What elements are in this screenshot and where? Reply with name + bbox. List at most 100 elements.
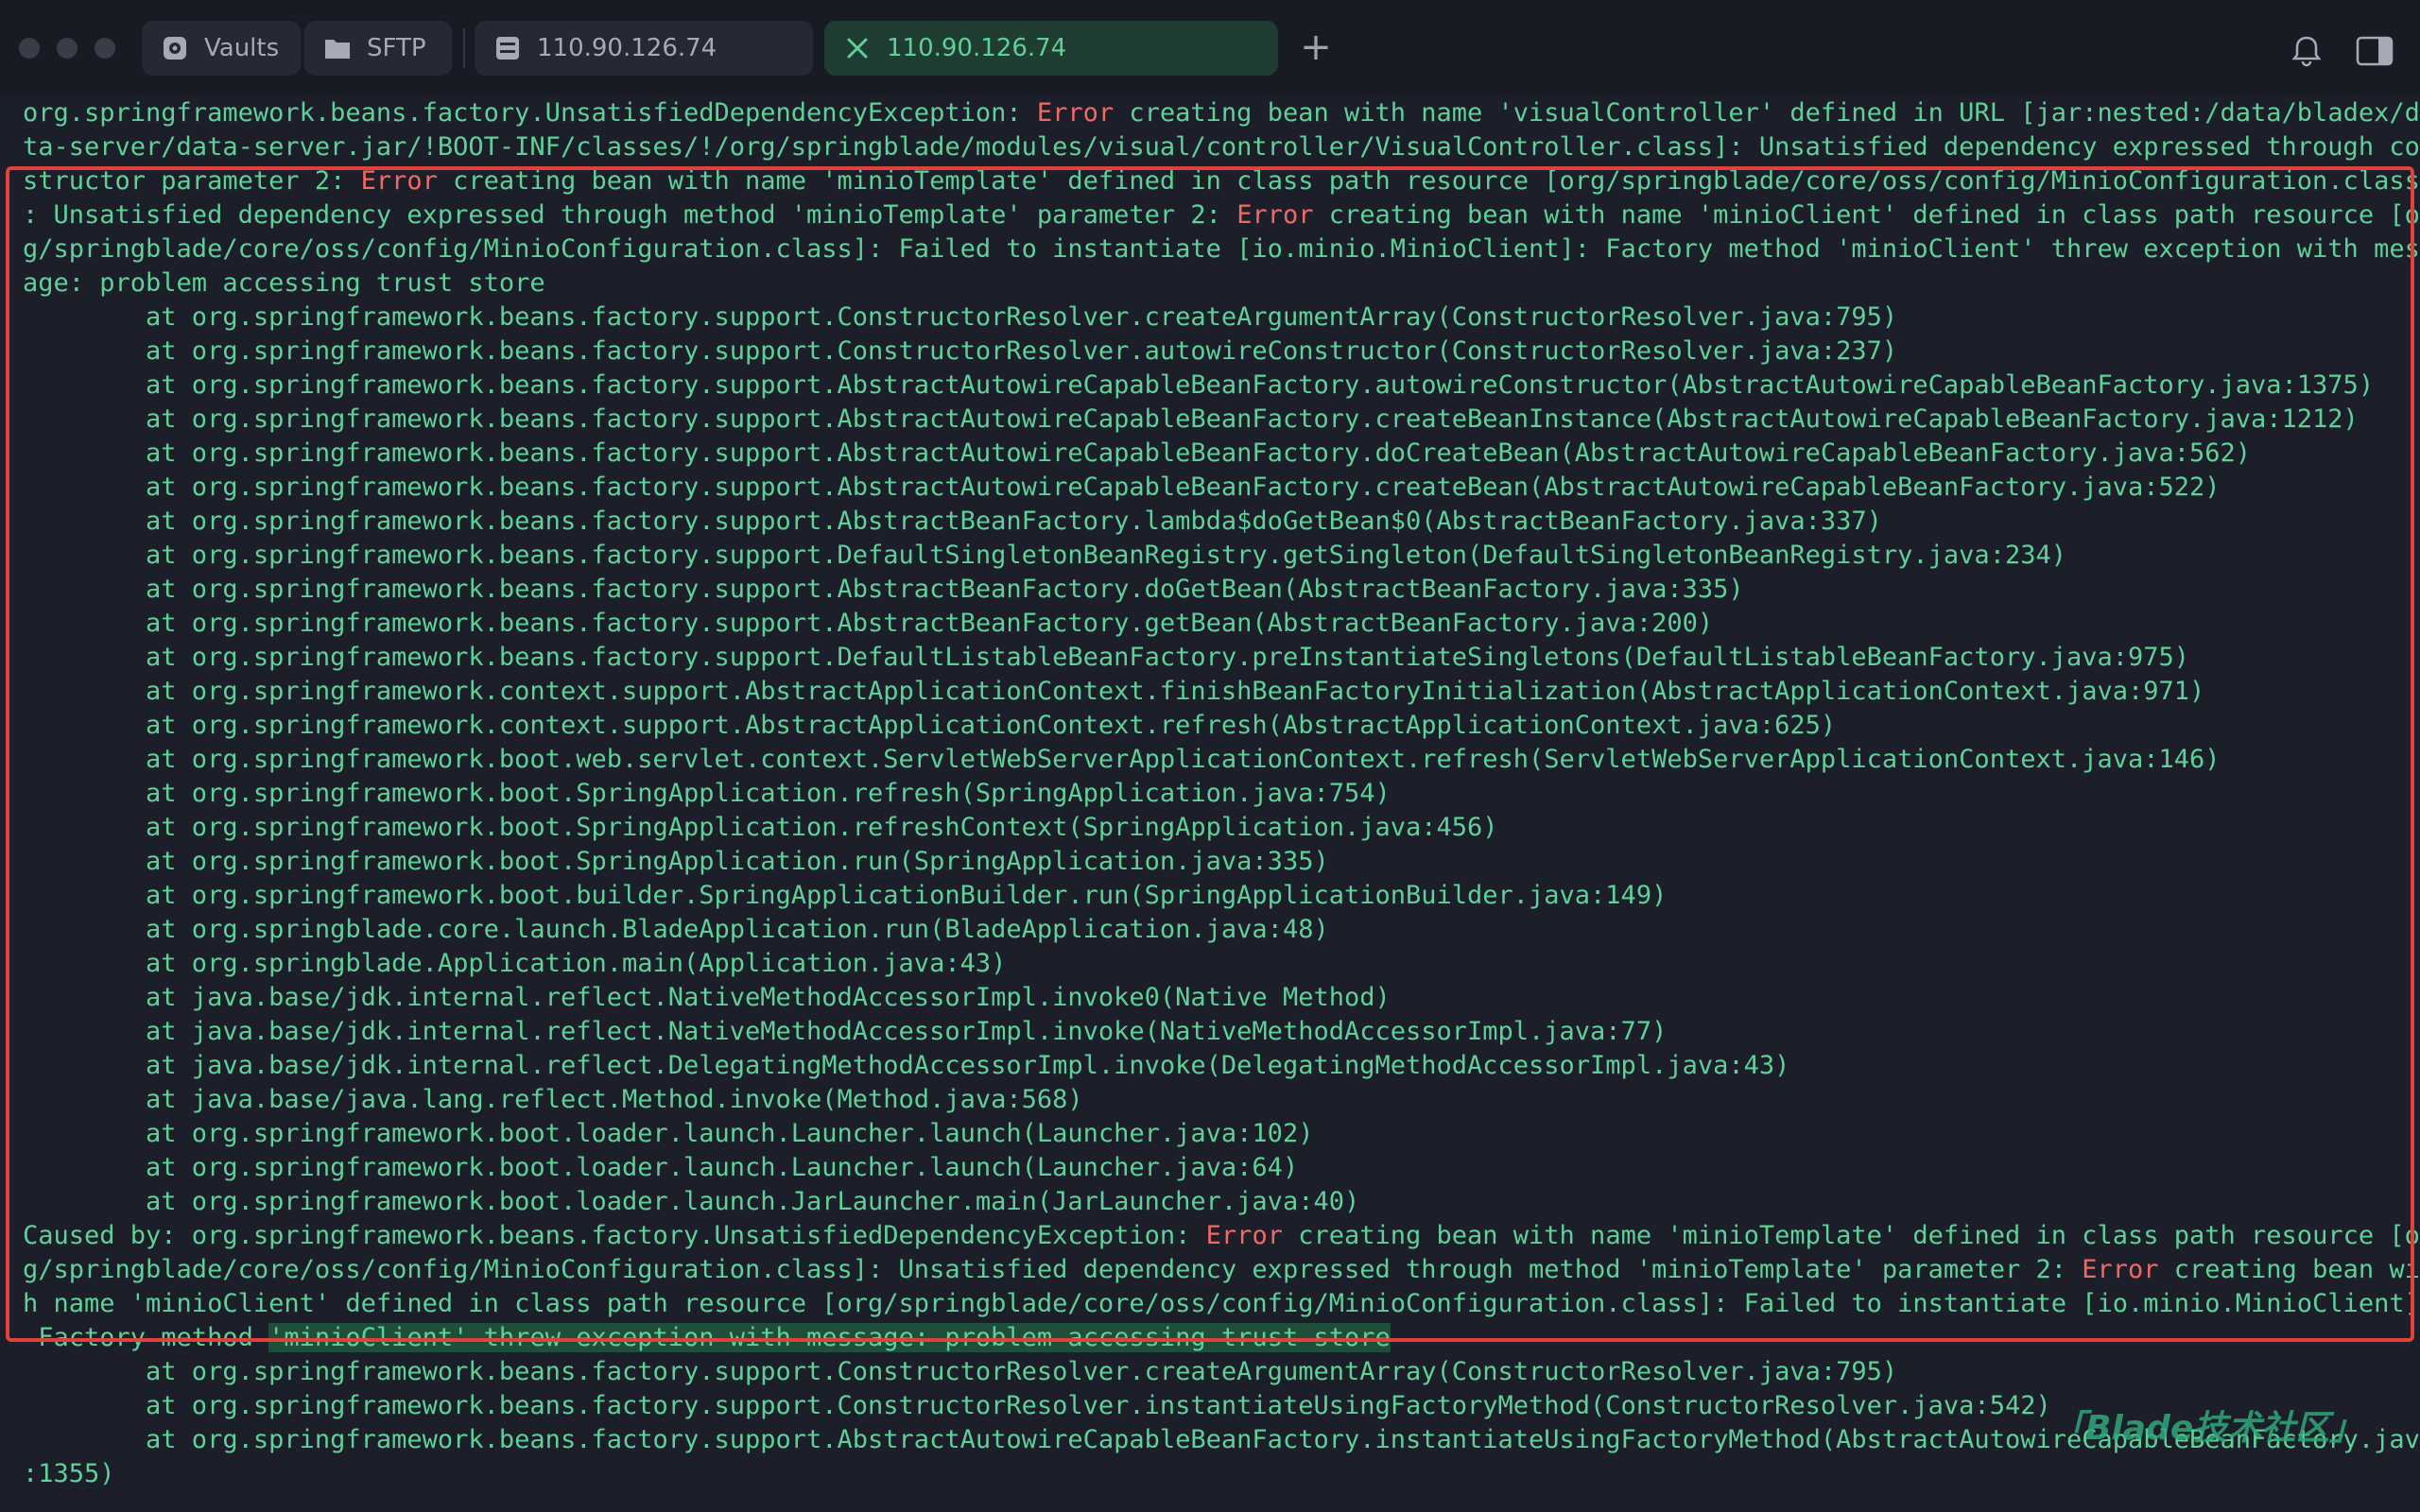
terminal-line: at org.springblade.Application.main(Appl… bbox=[23, 947, 2405, 981]
selected-text: 'minioClient' threw exception with messa… bbox=[268, 1323, 1391, 1352]
terminal-line: at org.springframework.beans.factory.sup… bbox=[23, 505, 2405, 539]
terminal-line: at org.springframework.beans.factory.sup… bbox=[23, 437, 2405, 471]
terminal-text: at org.springframework.beans.factory.sup… bbox=[23, 609, 1714, 638]
terminal-line: at org.springframework.beans.factory.sup… bbox=[23, 471, 2405, 505]
title-bar: Vaults SFTP 110.90.126.74 110.90.126.74 … bbox=[0, 0, 2420, 94]
terminal-text: structor parameter 2: bbox=[23, 166, 361, 196]
terminal-line: at org.springframework.beans.factory.sup… bbox=[23, 1423, 2420, 1457]
terminal-text: at org.springframework.boot.SpringApplic… bbox=[23, 813, 1498, 842]
minimize-window-button[interactable] bbox=[57, 38, 78, 59]
terminal-line: at org.springframework.beans.factory.sup… bbox=[23, 335, 2405, 369]
terminal-line: at java.base/jdk.internal.reflect.Native… bbox=[23, 1015, 2405, 1049]
terminal-line: at org.springframework.beans.factory.sup… bbox=[23, 301, 2405, 335]
terminal-text: org.springframework.beans.factory.Unsati… bbox=[23, 98, 1037, 128]
terminal-line: at org.springframework.beans.factory.sup… bbox=[23, 539, 2405, 573]
terminal-text: Caused by: org.springframework.beans.fac… bbox=[23, 1221, 1206, 1250]
close-tab-icon[interactable] bbox=[841, 32, 873, 64]
new-tab-button[interactable]: + bbox=[1295, 26, 1337, 68]
terminal-text: at org.springframework.boot.SpringApplic… bbox=[23, 779, 1391, 808]
terminal-text: at org.springframework.boot.loader.launc… bbox=[23, 1187, 1360, 1216]
terminal-text: creating bean with name 'visualControlle… bbox=[1114, 98, 2420, 128]
terminal-line: :1355) bbox=[23, 1457, 2405, 1491]
terminal-text: :1355) bbox=[23, 1459, 115, 1488]
terminal-line: at org.springframework.beans.factory.sup… bbox=[23, 573, 2405, 607]
terminal-line: at org.springframework.boot.loader.launc… bbox=[23, 1151, 2405, 1185]
tab-vaults[interactable]: Vaults bbox=[142, 21, 301, 76]
terminal-text: at org.springframework.beans.factory.sup… bbox=[23, 370, 2375, 400]
terminal-text: at org.springblade.core.launch.BladeAppl… bbox=[23, 915, 1329, 944]
terminal-text: at org.springframework.context.support.A… bbox=[23, 711, 1837, 740]
terminal-line: : Unsatisfied dependency expressed throu… bbox=[23, 198, 2420, 232]
folder-icon bbox=[321, 32, 354, 64]
tab-label: 110.90.126.74 bbox=[887, 34, 1067, 62]
terminal-text: at org.springframework.boot.builder.Spri… bbox=[23, 881, 1668, 910]
terminal-text: at org.springframework.beans.factory.sup… bbox=[23, 404, 2359, 434]
error-keyword: Error bbox=[1205, 1221, 1283, 1250]
bell-icon[interactable] bbox=[2288, 32, 2325, 70]
terminal-line: g/springblade/core/oss/config/MinioConfi… bbox=[23, 1253, 2420, 1287]
terminal-text: creating bean wit bbox=[2158, 1255, 2420, 1284]
terminal-line: at org.springframework.boot.SpringApplic… bbox=[23, 845, 2405, 879]
vault-icon bbox=[159, 32, 191, 64]
terminal-line: Factory method 'minioClient' threw excep… bbox=[23, 1321, 2405, 1355]
terminal-line: at org.springframework.boot.loader.launc… bbox=[23, 1117, 2405, 1151]
tab-separator bbox=[463, 28, 465, 68]
terminal-line: at org.springframework.beans.factory.sup… bbox=[23, 641, 2405, 675]
terminal-text: at org.springframework.beans.factory.sup… bbox=[23, 507, 1882, 536]
terminal-text: creating bean with name 'minioTemplate' … bbox=[1282, 1221, 2420, 1250]
tab-sftp[interactable]: SFTP bbox=[304, 21, 452, 76]
terminal-text: at org.springframework.beans.factory.sup… bbox=[23, 643, 2190, 672]
terminal-text: at org.springframework.beans.factory.sup… bbox=[23, 336, 1898, 366]
terminal-line: at org.springframework.boot.builder.Spri… bbox=[23, 879, 2405, 913]
terminal-text: creating bean with name 'minioTemplate' … bbox=[437, 166, 2420, 196]
terminal-text: at org.springframework.boot.web.servlet.… bbox=[23, 745, 2221, 774]
terminal-text: at org.springframework.beans.factory.sup… bbox=[23, 302, 1898, 332]
sidebar-toggle-icon[interactable] bbox=[2354, 32, 2395, 70]
terminal-text: creating bean with name 'minioClient' de… bbox=[1313, 200, 2420, 230]
terminal-line: at org.springframework.boot.loader.launc… bbox=[23, 1185, 2405, 1219]
terminal-line: at org.springframework.boot.SpringApplic… bbox=[23, 811, 2405, 845]
terminal-output[interactable]: org.springframework.beans.factory.Unsati… bbox=[23, 96, 2420, 1504]
terminal-text: at org.springframework.beans.factory.sup… bbox=[23, 541, 2066, 570]
terminal-text: age: problem accessing trust store bbox=[23, 268, 545, 298]
terminal-line: ta-server/data-server.jar/!BOOT-INF/clas… bbox=[23, 130, 2420, 164]
terminal-line: Caused by: org.springframework.beans.fac… bbox=[23, 1219, 2420, 1253]
terminal-line: at org.springframework.context.support.A… bbox=[23, 675, 2405, 709]
terminal-line: at org.springframework.boot.SpringApplic… bbox=[23, 777, 2405, 811]
terminal-text: at org.springframework.boot.loader.launc… bbox=[23, 1119, 1314, 1148]
error-keyword: Error bbox=[360, 166, 438, 196]
tab-label: 110.90.126.74 bbox=[537, 34, 717, 62]
terminal-text: : Unsatisfied dependency expressed throu… bbox=[23, 200, 1237, 230]
terminal-line: org.springframework.beans.factory.Unsati… bbox=[23, 96, 2420, 130]
terminal-text: at java.base/jdk.internal.reflect.Native… bbox=[23, 1017, 1668, 1046]
terminal-line: age: problem accessing trust store bbox=[23, 266, 2405, 301]
server-icon bbox=[492, 32, 524, 64]
tab-label: SFTP bbox=[367, 34, 426, 62]
terminal-line: at org.springframework.boot.web.servlet.… bbox=[23, 743, 2405, 777]
terminal-line: h name 'minioClient' defined in class pa… bbox=[23, 1287, 2420, 1321]
terminal-line: at org.springframework.beans.factory.sup… bbox=[23, 1355, 2405, 1389]
watermark: 「Blade技术社区」 bbox=[2051, 1409, 2364, 1448]
terminal-line: at org.springframework.context.support.A… bbox=[23, 709, 2405, 743]
terminal-text: at org.springframework.context.support.A… bbox=[23, 677, 2205, 706]
terminal-text: at org.springblade.Application.main(Appl… bbox=[23, 949, 1007, 978]
terminal-text: at java.base/jdk.internal.reflect.Native… bbox=[23, 983, 1391, 1012]
terminal-line: structor parameter 2: Error creating bea… bbox=[23, 164, 2420, 198]
terminal-text: at org.springframework.beans.factory.sup… bbox=[23, 1357, 1898, 1386]
terminal-line: at org.springframework.beans.factory.sup… bbox=[23, 403, 2405, 437]
terminal-text: at org.springframework.beans.factory.sup… bbox=[23, 575, 1744, 604]
terminal-line: at org.springblade.core.launch.BladeAppl… bbox=[23, 913, 2405, 947]
error-keyword: Error bbox=[1036, 98, 1115, 128]
error-keyword: Error bbox=[2082, 1255, 2159, 1284]
terminal-text: Factory method bbox=[23, 1323, 269, 1352]
terminal-line: at java.base/jdk.internal.reflect.Delega… bbox=[23, 1049, 2405, 1083]
zoom-window-button[interactable] bbox=[95, 38, 115, 59]
terminal-text: at java.base/java.lang.reflect.Method.in… bbox=[23, 1085, 1083, 1114]
tab-host-2-active[interactable]: 110.90.126.74 bbox=[824, 21, 1278, 76]
terminal-text: at org.springframework.beans.factory.sup… bbox=[23, 438, 2252, 468]
terminal-text: g/springblade/core/oss/config/MinioConfi… bbox=[23, 1255, 2083, 1284]
close-window-button[interactable] bbox=[19, 38, 40, 59]
terminal-text: at org.springframework.beans.factory.sup… bbox=[23, 1391, 2051, 1420]
tab-host-1[interactable]: 110.90.126.74 bbox=[475, 21, 813, 76]
terminal-text: at org.springframework.boot.loader.launc… bbox=[23, 1153, 1299, 1182]
